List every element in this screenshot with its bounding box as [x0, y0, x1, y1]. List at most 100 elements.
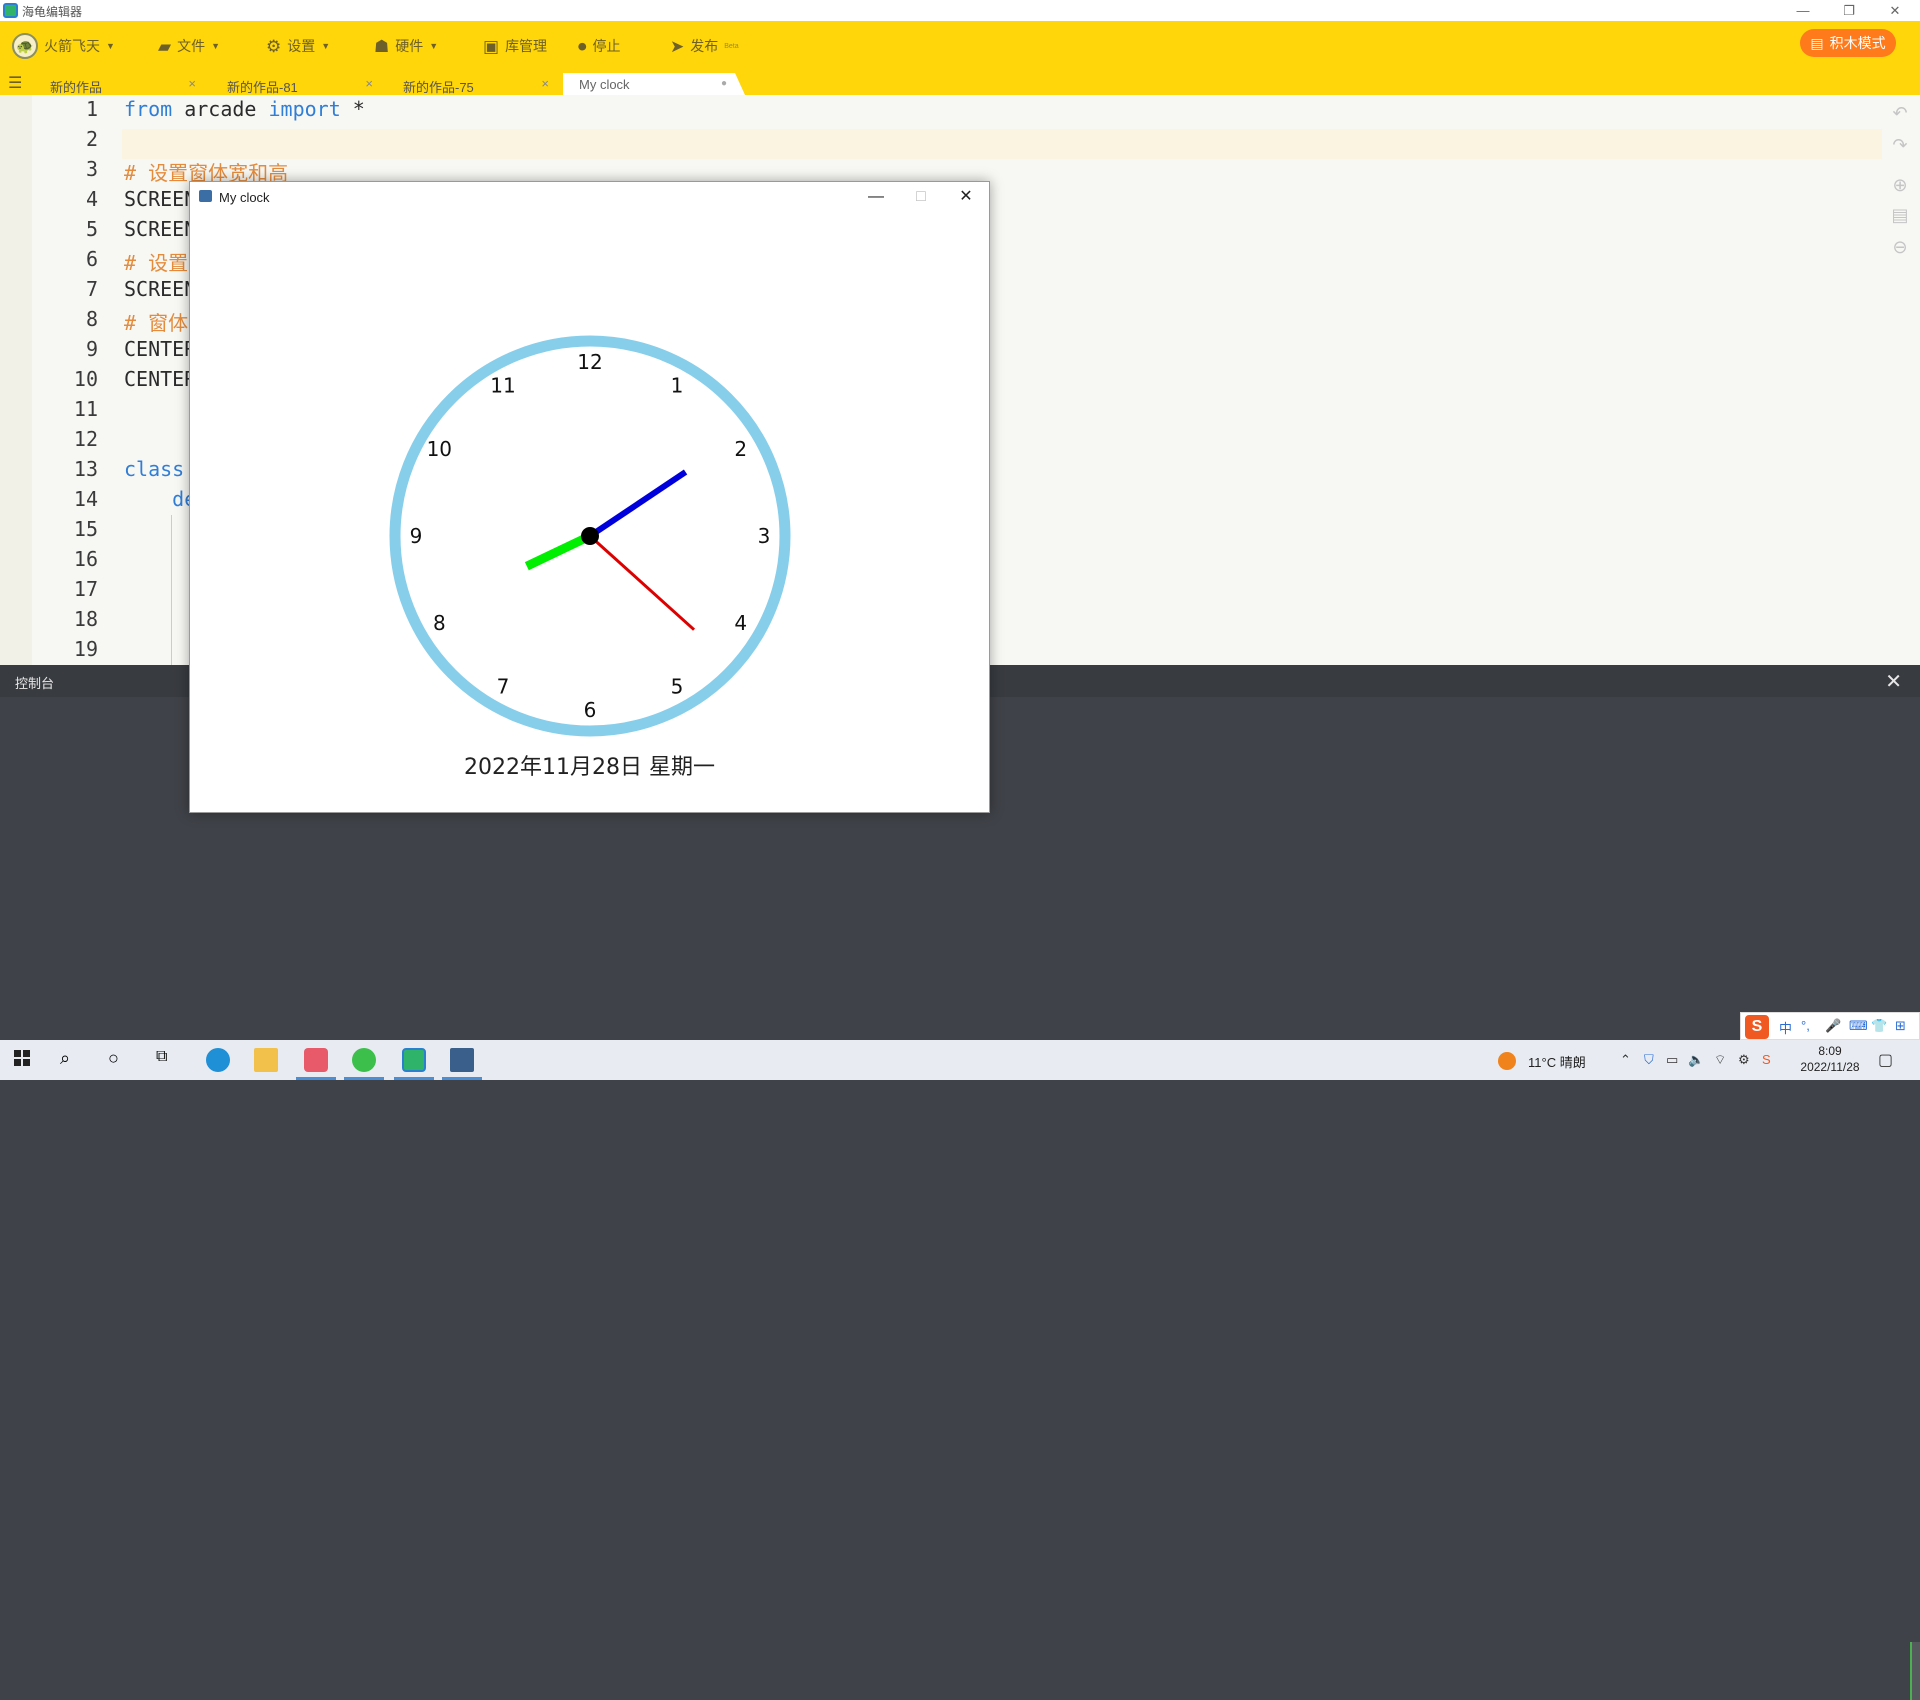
- tab-new-work-75[interactable]: 新的作品-75 ×: [387, 73, 559, 95]
- code-token: import: [268, 97, 341, 121]
- line-number: 13: [73, 457, 98, 481]
- tab-close-icon[interactable]: ×: [541, 76, 549, 91]
- console-scrollbar[interactable]: [1910, 1642, 1920, 1700]
- clock-window-titlebar[interactable]: My clock — □ ✕: [190, 182, 989, 212]
- code-line[interactable]: CENTER: [124, 337, 196, 361]
- skin-icon[interactable]: 👕: [1871, 1018, 1887, 1034]
- unsaved-dot-icon[interactable]: ●: [721, 78, 727, 89]
- weather-icon[interactable]: [1498, 1052, 1516, 1070]
- weather-text[interactable]: 11°C 晴朗: [1528, 1052, 1586, 1071]
- code-line[interactable]: from arcade import *: [124, 97, 365, 121]
- tab-new-work-81[interactable]: 新的作品-81 ×: [211, 73, 383, 95]
- ime-toolbar: S 中 °, 🎤 ⌨ 👕 ⊞: [1740, 1012, 1920, 1040]
- microphone-icon[interactable]: 🎤: [1825, 1018, 1841, 1034]
- settings-menu[interactable]: ⚙ 设置 ▼: [266, 34, 330, 58]
- windows-start-icon[interactable]: [12, 1048, 36, 1072]
- taskbar: ⌕ ○ ⧉ 11°C 晴朗 ⌃ ⛉ ▭ 🔈 ⌔ ⚙ S 8:09 2022/11…: [0, 1040, 1920, 1080]
- user-menu[interactable]: 🐢 火箭飞天 ▼: [12, 33, 115, 59]
- keyboard-icon[interactable]: ⌨: [1849, 1018, 1868, 1034]
- library-button[interactable]: ▣ 库管理: [483, 34, 547, 58]
- tab-close-icon[interactable]: ×: [188, 76, 196, 91]
- task-view-icon[interactable]: ⧉: [156, 1048, 180, 1072]
- undo-icon[interactable]: ↶: [1890, 103, 1910, 123]
- edge-icon[interactable]: [206, 1048, 230, 1072]
- hamburger-menu-icon[interactable]: ☰: [8, 76, 24, 92]
- turtle-editor-icon[interactable]: [402, 1048, 426, 1072]
- file-menu[interactable]: ▰ 文件 ▼: [158, 34, 220, 58]
- photo-app-icon[interactable]: [304, 1048, 328, 1072]
- line-number: 16: [73, 547, 98, 571]
- code-token: SCREEN: [124, 217, 197, 241]
- clock-maximize-button[interactable]: □: [906, 186, 936, 208]
- code-line[interactable]: SCREEN: [124, 217, 196, 241]
- ime-chinese-toggle[interactable]: 中: [1779, 1018, 1792, 1037]
- publish-button[interactable]: ➤ 发布 Beta: [670, 34, 739, 58]
- chevron-down-icon: ▼: [321, 41, 331, 51]
- console-close-icon[interactable]: ✕: [1885, 669, 1902, 694]
- line-number: 10: [73, 367, 98, 391]
- window-titlebar: 海龟编辑器 — ❐ ✕: [0, 0, 1920, 21]
- chevron-up-icon[interactable]: ⌃: [1620, 1052, 1631, 1068]
- cortana-icon[interactable]: ○: [108, 1048, 132, 1072]
- redo-icon[interactable]: ↷: [1890, 135, 1910, 155]
- notification-icon[interactable]: ▢: [1878, 1050, 1893, 1070]
- code-token: CENTER: [124, 337, 197, 361]
- code-line[interactable]: class: [124, 457, 184, 481]
- clock-minimize-button[interactable]: —: [861, 186, 891, 208]
- hour-hand: [524, 531, 592, 571]
- close-button[interactable]: ✕: [1872, 0, 1918, 21]
- code-line[interactable]: CENTER: [124, 367, 196, 391]
- clock-number: 10: [427, 437, 452, 461]
- zoom-out-icon[interactable]: ⊖: [1890, 237, 1910, 257]
- user-name: 火箭飞天: [44, 38, 100, 54]
- tab-label: My clock: [579, 77, 630, 92]
- search-icon[interactable]: ⌕: [60, 1048, 84, 1072]
- clock-window[interactable]: My clock — □ ✕ 12 1 2 3 4 5 6 7 8 9 10 11 2022年11月2…: [189, 181, 990, 813]
- user-avatar-icon: 🐢: [12, 33, 38, 59]
- library-button-label: 库管理: [505, 38, 548, 54]
- tab-my-clock[interactable]: My clock ●: [563, 73, 745, 95]
- restore-button[interactable]: ❐: [1826, 0, 1872, 21]
- tab-close-icon[interactable]: ×: [365, 76, 373, 91]
- minimize-button[interactable]: —: [1780, 0, 1826, 21]
- ime-punctuation-toggle[interactable]: °,: [1801, 1018, 1810, 1033]
- sogou-icon[interactable]: S: [1745, 1015, 1769, 1039]
- tab-label: 新的作品-75: [403, 80, 474, 95]
- python-window-icon[interactable]: [450, 1048, 474, 1072]
- display-icon[interactable]: ▭: [1666, 1052, 1678, 1068]
- wechat-icon[interactable]: [352, 1048, 376, 1072]
- volume-icon[interactable]: 🔈: [1688, 1052, 1704, 1068]
- format-icon[interactable]: ▤: [1890, 205, 1910, 225]
- block-mode-button[interactable]: ▤ 积木模式: [1800, 29, 1896, 57]
- tab-new-work[interactable]: 新的作品 ×: [34, 73, 206, 95]
- chevron-down-icon: ▼: [429, 41, 439, 51]
- system-clock[interactable]: 8:09 2022/11/28: [1786, 1043, 1874, 1075]
- code-line[interactable]: SCREEN: [124, 187, 196, 211]
- hardware-menu[interactable]: ☗ 硬件 ▼: [374, 34, 438, 58]
- beta-badge: Beta: [724, 42, 739, 50]
- code-line[interactable]: # 设置: [124, 247, 188, 276]
- code-token: # 设置: [124, 251, 189, 275]
- stop-button[interactable]: ⏺ 停止: [578, 34, 621, 58]
- clock-number: 4: [734, 611, 747, 635]
- tab-label: 新的作品: [50, 80, 103, 95]
- line-number: 18: [73, 607, 98, 631]
- zoom-in-icon[interactable]: ⊕: [1890, 175, 1910, 195]
- clock-close-button[interactable]: ✕: [951, 186, 981, 208]
- gear-icon: ⚙: [266, 36, 282, 56]
- editor-gutter: [0, 95, 32, 665]
- chevron-down-icon: ▼: [211, 41, 220, 51]
- code-token: from: [124, 97, 173, 121]
- clock-date-text: 2022年11月28日 星期一: [464, 755, 715, 780]
- sogou-tray-icon[interactable]: S: [1762, 1052, 1771, 1067]
- code-line[interactable]: # 窗体: [124, 307, 188, 336]
- shield-icon[interactable]: ⛉: [1644, 1052, 1654, 1068]
- code-token: CENTER: [124, 367, 197, 391]
- code-line[interactable]: de: [124, 487, 196, 511]
- wifi-icon[interactable]: ⌔: [1714, 1052, 1726, 1068]
- code-line[interactable]: SCREEN: [124, 277, 196, 301]
- stop-button-label: 停止: [592, 38, 621, 54]
- file-explorer-icon[interactable]: [254, 1048, 278, 1072]
- toolbox-icon[interactable]: ⊞: [1895, 1018, 1906, 1034]
- network-icon[interactable]: ⚙: [1738, 1052, 1750, 1068]
